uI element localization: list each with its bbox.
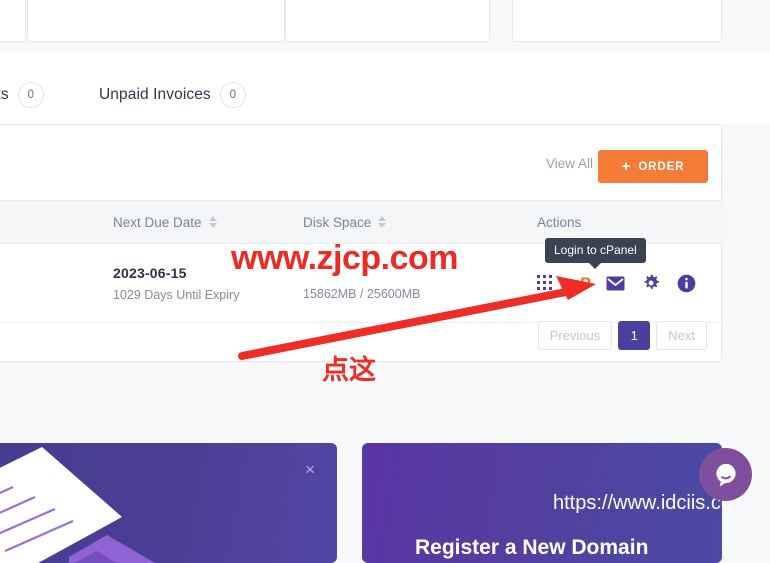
stat-card-4 bbox=[512, 0, 722, 42]
disk-space-value: 15862MB / 25600MB bbox=[303, 287, 421, 301]
chat-bubble-icon bbox=[715, 463, 736, 486]
pagination: Previous 1 Next bbox=[537, 321, 707, 350]
promo-banner-right-title: Register a New Domain bbox=[415, 536, 649, 559]
next-due-date-value: 2023-06-15 bbox=[113, 264, 187, 281]
plus-icon: + bbox=[621, 158, 632, 175]
stat-card-3 bbox=[285, 0, 490, 42]
dashboard-stat-cards-row bbox=[0, 0, 770, 46]
pagination-page-1-button[interactable]: 1 bbox=[618, 321, 651, 350]
days-until-expiry-value: 1029 Days Until Expiry bbox=[113, 287, 240, 302]
gear-icon[interactable] bbox=[642, 274, 660, 292]
tab-unpaid-invoices-badge: 0 bbox=[219, 82, 246, 108]
mail-icon[interactable] bbox=[606, 276, 625, 291]
pagination-previous-button[interactable]: Previous bbox=[537, 321, 613, 350]
view-all-link[interactable]: View All bbox=[546, 156, 593, 171]
row-spacer-cell bbox=[0, 244, 113, 323]
cell-disk-space: 15862MB / 25600MB bbox=[303, 244, 537, 323]
services-toolbar: View All + ORDER bbox=[0, 125, 721, 200]
tab-unpaid-invoices-label: Unpaid Invoices bbox=[99, 86, 211, 103]
tab-tickets[interactable]: ckets 0 bbox=[0, 82, 44, 108]
column-header-disk-space[interactable]: Disk Space bbox=[303, 201, 537, 244]
row-action-icons: cP bbox=[537, 274, 723, 293]
column-header-next-due-date-label: Next Due Date bbox=[113, 214, 202, 230]
url-overlay-text: https://www.idciis.co bbox=[553, 492, 732, 514]
cell-next-due-date: 2023-06-15 1029 Days Until Expiry bbox=[113, 244, 303, 323]
cpanel-tooltip: Login to cPanel bbox=[545, 238, 646, 269]
stat-card-2 bbox=[27, 0, 285, 42]
summary-tabs-bar: ckets 0 Unpaid Invoices 0 bbox=[0, 52, 770, 124]
column-header-actions-label: Actions bbox=[537, 214, 582, 230]
banner-illustration bbox=[0, 447, 155, 563]
chat-widget-button[interactable] bbox=[699, 448, 752, 501]
tab-unpaid-invoices[interactable]: Unpaid Invoices 0 bbox=[99, 82, 246, 108]
order-button-label: ORDER bbox=[638, 160, 685, 173]
column-header-spacer bbox=[0, 201, 113, 244]
sort-icon-next-due-date[interactable] bbox=[208, 216, 217, 228]
column-header-disk-space-label: Disk Space bbox=[303, 214, 372, 230]
close-icon[interactable]: × bbox=[305, 461, 315, 478]
info-icon[interactable] bbox=[677, 274, 696, 293]
annotation-label: 点这 bbox=[322, 355, 376, 386]
pagination-next-button[interactable]: Next bbox=[656, 321, 707, 350]
column-header-next-due-date[interactable]: Next Due Date bbox=[113, 201, 303, 244]
sort-icon-disk-space[interactable] bbox=[378, 216, 387, 228]
tab-tickets-badge: 0 bbox=[17, 82, 44, 108]
stat-card-1 bbox=[0, 0, 26, 42]
order-button[interactable]: + ORDER bbox=[598, 150, 708, 183]
promo-banner-left[interactable]: × bbox=[0, 443, 337, 563]
tab-tickets-label: ckets bbox=[0, 86, 9, 103]
cpanel-icon[interactable]: cP bbox=[571, 275, 590, 292]
app-grid-icon[interactable] bbox=[537, 274, 554, 292]
